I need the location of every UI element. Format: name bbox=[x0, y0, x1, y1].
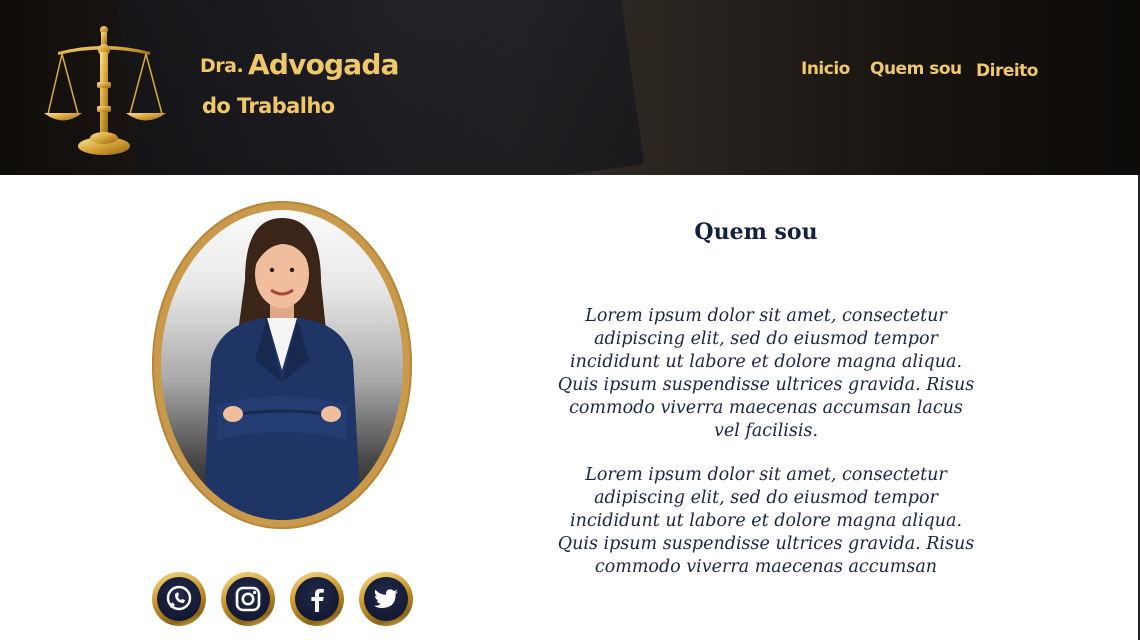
facebook-icon bbox=[311, 588, 324, 612]
brand-prefix: Dra. bbox=[200, 55, 244, 77]
profile-photo bbox=[161, 210, 403, 520]
facebook-button[interactable] bbox=[290, 572, 344, 626]
nav-link-direito[interactable]: Direito bbox=[976, 61, 1039, 81]
brand-name: Advogada bbox=[248, 48, 399, 81]
whatsapp-icon bbox=[166, 585, 192, 611]
twitter-button[interactable] bbox=[359, 572, 413, 626]
brand-subtitle: do Trabalho bbox=[202, 94, 335, 118]
instagram-icon bbox=[235, 586, 261, 612]
about-title: Quem sou bbox=[694, 219, 818, 245]
about-paragraph-1: Lorem ipsum dolor sit amet, consectetur … bbox=[557, 306, 975, 441]
scales-of-justice-icon bbox=[44, 26, 166, 155]
instagram-button[interactable] bbox=[221, 572, 275, 626]
profile-photo-frame bbox=[152, 201, 412, 529]
lawyer-portrait-illustration bbox=[203, 218, 361, 520]
whatsapp-button[interactable] bbox=[152, 572, 206, 626]
nav-link-quem-sou[interactable]: Quem sou bbox=[870, 59, 962, 79]
site-header: Dra. Advogada do Trabalho Inicio Quem so… bbox=[0, 0, 1140, 175]
about-paragraph-2: Lorem ipsum dolor sit amet, consectetur … bbox=[557, 465, 975, 577]
twitter-icon bbox=[374, 589, 398, 608]
nav-link-inicio[interactable]: Inicio bbox=[801, 59, 850, 79]
